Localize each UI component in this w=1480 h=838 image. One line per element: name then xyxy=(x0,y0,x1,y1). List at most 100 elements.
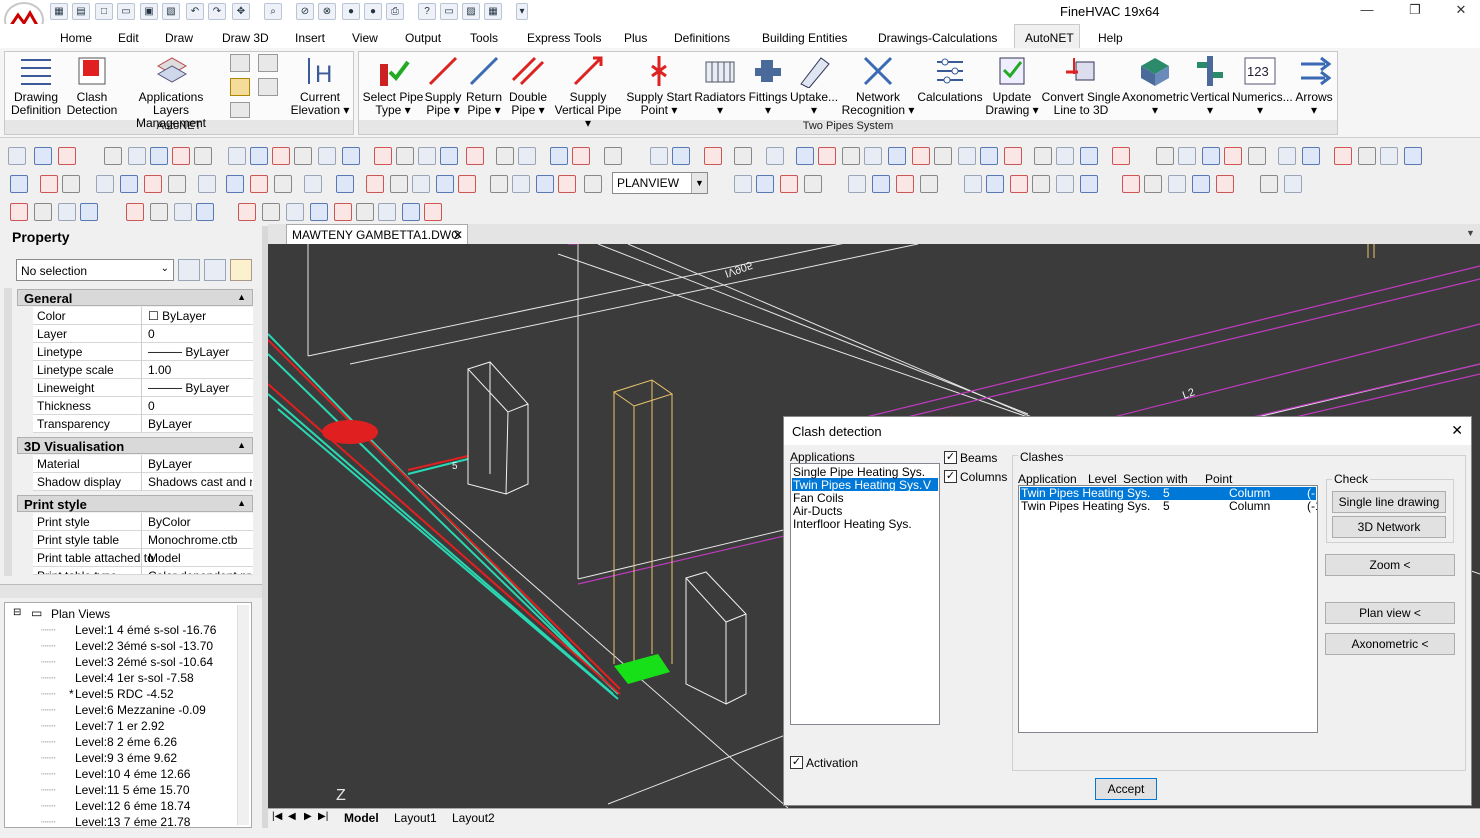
toolbar-tool-icon[interactable] xyxy=(958,147,976,165)
property-scrollbar[interactable] xyxy=(254,288,260,576)
chevron-down-icon[interactable]: ▼ xyxy=(691,173,707,193)
toolbar-tool-icon[interactable] xyxy=(1080,175,1098,193)
fittings-button[interactable]: Fittings ▾ xyxy=(746,54,790,117)
toolbar-tool-icon[interactable] xyxy=(796,147,814,165)
first-tab-icon[interactable]: |◀ xyxy=(272,811,282,822)
toolbar-tool-icon[interactable] xyxy=(58,203,76,221)
toolbar-tool-icon[interactable] xyxy=(440,147,458,165)
toolbar-tool-icon[interactable] xyxy=(572,147,590,165)
toolbar-tool-icon[interactable] xyxy=(650,147,668,165)
toolbar-tool-icon[interactable] xyxy=(334,203,352,221)
toolbar-tool-icon[interactable] xyxy=(418,147,436,165)
property-row[interactable]: Print table attached to Model xyxy=(33,549,253,567)
toolbar-tool-icon[interactable] xyxy=(58,147,76,165)
activation-checkbox[interactable]: ✓ xyxy=(790,756,803,769)
toolbar-tool-icon[interactable] xyxy=(490,175,508,193)
menu-autonet[interactable]: AutoNET xyxy=(1025,31,1074,45)
toolbar-tool-icon[interactable] xyxy=(424,203,442,221)
toolbar-tool-icon[interactable] xyxy=(466,147,484,165)
toolbar-tool-icon[interactable] xyxy=(672,147,690,165)
toolbar-tool-icon[interactable] xyxy=(196,203,214,221)
toolbar-tool-icon[interactable] xyxy=(342,147,360,165)
open-folder-icon[interactable]: ▭ xyxy=(117,3,135,20)
3d-network-button[interactable]: 3D Network xyxy=(1332,516,1446,538)
toolbar-tool-icon[interactable] xyxy=(818,147,836,165)
property-value[interactable]: Monochrome.ctb xyxy=(148,533,252,547)
toolbar-tool-icon[interactable] xyxy=(1112,147,1130,165)
property-row[interactable]: Print style table Monochrome.ctb xyxy=(33,531,253,549)
toolbar-tool-icon[interactable] xyxy=(734,147,752,165)
supply-pipe-button[interactable]: Supply Pipe ▾ xyxy=(424,54,462,117)
new-file-icon[interactable]: □ xyxy=(95,3,113,20)
property-row[interactable]: Print table type Color dependent pr... xyxy=(33,567,253,575)
applications-layers-button[interactable]: Applications Layers Management xyxy=(120,54,222,130)
toolbar-tool-icon[interactable] xyxy=(920,175,938,193)
save-as-icon[interactable]: ▧ xyxy=(162,3,180,20)
double-pipe-button[interactable]: Double Pipe ▾ xyxy=(506,54,550,117)
toolbar-tool-icon[interactable] xyxy=(964,175,982,193)
radiators-button[interactable]: Radiators ▾ xyxy=(694,54,746,117)
toolbar-tool-icon[interactable] xyxy=(780,175,798,193)
menu-building-entities[interactable]: Building Entities xyxy=(762,31,847,45)
property-row[interactable]: Layer 0 xyxy=(33,325,253,343)
property-value[interactable]: 0 xyxy=(148,399,252,413)
toolbar-tool-icon[interactable] xyxy=(396,147,414,165)
toolbar-tool-icon[interactable] xyxy=(272,147,290,165)
toolbar-tool-icon[interactable] xyxy=(1192,175,1210,193)
property-row[interactable]: Linetype ──── ByLayer xyxy=(33,343,253,361)
toolbar-tool-icon[interactable] xyxy=(412,175,430,193)
drawing-definition-button[interactable]: Drawing Definition xyxy=(8,54,64,117)
tree-level-item[interactable]: Level:9 3 éme 9.62 xyxy=(75,751,177,765)
property-value[interactable]: 1.00 xyxy=(148,363,252,377)
toolbar-tool-icon[interactable] xyxy=(704,147,722,165)
close-button[interactable]: ✕ xyxy=(1446,2,1476,22)
section-general[interactable]: General ▲ xyxy=(17,289,253,306)
toolbar-tool-icon[interactable] xyxy=(934,147,952,165)
toolbar-tool-icon[interactable] xyxy=(34,147,52,165)
help-icon[interactable]: ? xyxy=(418,3,436,20)
toolbar-tool-icon[interactable] xyxy=(1168,175,1186,193)
toolbar-tool-icon[interactable] xyxy=(1302,147,1320,165)
toolbar-tool-icon[interactable] xyxy=(1260,175,1278,193)
toolbar-tool-icon[interactable] xyxy=(536,175,554,193)
toolbar-tool-icon[interactable] xyxy=(294,147,312,165)
beams-checkbox[interactable]: ✓ xyxy=(944,451,957,464)
toolbar-tool-icon[interactable] xyxy=(436,175,454,193)
toolbar-tool-icon[interactable] xyxy=(804,175,822,193)
table-row[interactable]: Twin Pipes Heating Sys. 5 Column (-1 xyxy=(1019,499,1317,513)
toolbar-tool-icon[interactable] xyxy=(168,175,186,193)
layout-tab-layout1[interactable]: Layout1 xyxy=(394,811,437,825)
toolbar-tool-icon[interactable] xyxy=(986,175,1004,193)
section-print-style[interactable]: Print style ▲ xyxy=(17,495,253,512)
tree-level-item[interactable]: Level:5 RDC -4.52 xyxy=(75,687,174,701)
clashes-table[interactable]: Twin Pipes Heating Sys. 5 Column (-1 Twi… xyxy=(1018,485,1318,733)
toolbar-tool-icon[interactable] xyxy=(912,147,930,165)
sphere-dark-icon[interactable]: ● xyxy=(364,3,382,20)
toolbar-tool-icon[interactable] xyxy=(872,175,890,193)
menu-definitions[interactable]: Definitions xyxy=(674,31,730,45)
network-recognition-button[interactable]: Network Recognition ▾ xyxy=(840,54,916,117)
toolbar-tool-icon[interactable] xyxy=(1122,175,1140,193)
list-item[interactable]: Interfloor Heating Sys. xyxy=(793,517,912,531)
panel-divider[interactable] xyxy=(0,584,262,598)
supply-vertical-pipe-button[interactable]: Supply Vertical Pipe ▾ xyxy=(552,54,624,130)
toolbar-tool-icon[interactable] xyxy=(1156,147,1174,165)
toolbar-tool-icon[interactable] xyxy=(864,147,882,165)
minimize-button[interactable]: — xyxy=(1352,2,1382,22)
tree-root[interactable]: Plan Views xyxy=(51,607,110,621)
list-item[interactable]: Fan Coils xyxy=(793,491,844,505)
image-icon[interactable]: ▨ xyxy=(462,3,480,20)
property-row[interactable]: Print style ByColor xyxy=(33,513,253,531)
toolbar-tool-icon[interactable] xyxy=(336,175,354,193)
property-row[interactable]: Transparency ByLayer xyxy=(33,415,253,433)
tree-level-item[interactable]: Level:7 1 er 2.92 xyxy=(75,719,164,733)
menu-express-tools[interactable]: Express Tools xyxy=(527,31,601,45)
layout-tab-model[interactable]: Model xyxy=(344,811,379,825)
tree-level-item[interactable]: Level:4 1er s-sol -7.58 xyxy=(75,671,194,685)
layer-freeze-icon[interactable]: ⊗ xyxy=(318,3,336,20)
toolbar-tool-icon[interactable] xyxy=(1380,147,1398,165)
toolbar-tool-icon[interactable] xyxy=(194,147,212,165)
toolbar-tool-icon[interactable] xyxy=(980,147,998,165)
property-value[interactable]: ByColor xyxy=(148,515,252,529)
property-row[interactable]: Thickness 0 xyxy=(33,397,253,415)
